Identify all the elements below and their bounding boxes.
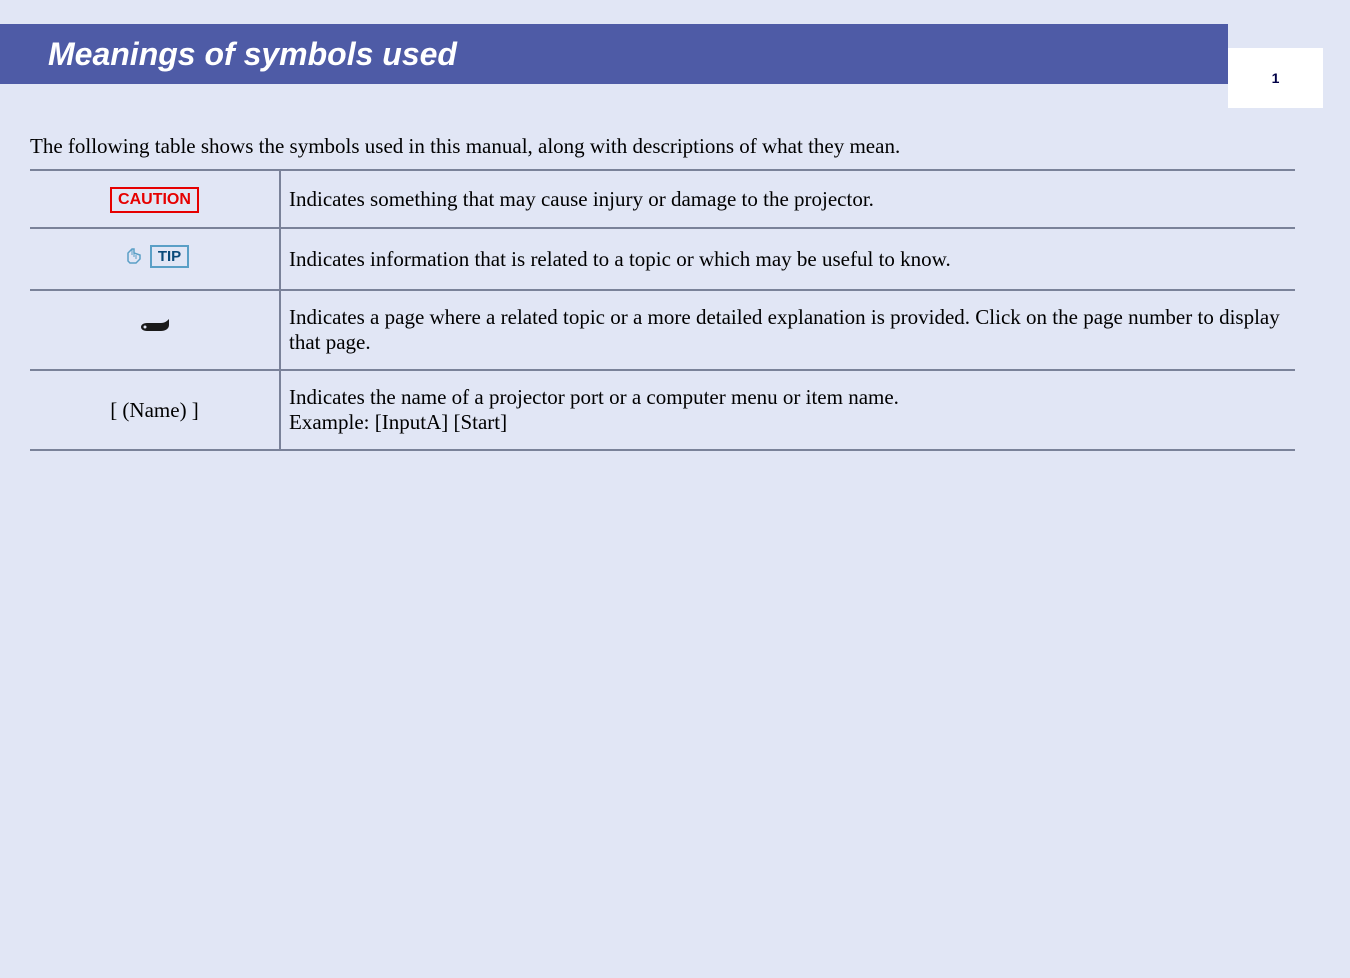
page-number: 1 xyxy=(1272,70,1280,86)
pointer-hand-icon xyxy=(137,315,173,339)
name-bracket-label: [ (Name) ] xyxy=(110,398,199,422)
table-row: CAUTION Indicates something that may cau… xyxy=(30,170,1295,228)
table-row: [ (Name) ] Indicates the name of a proje… xyxy=(30,370,1295,450)
intro-paragraph: The following table shows the symbols us… xyxy=(30,134,1320,159)
symbol-cell-name: [ (Name) ] xyxy=(30,370,280,450)
pointing-hand-icon xyxy=(120,243,146,269)
symbol-cell-tip: TIP xyxy=(30,228,280,290)
description-cell: Indicates information that is related to… xyxy=(280,228,1295,290)
symbol-cell-pointer xyxy=(30,290,280,370)
description-cell: Indicates the name of a projector port o… xyxy=(280,370,1295,450)
description-cell: Indicates a page where a related topic o… xyxy=(280,290,1295,370)
description-cell: Indicates something that may cause injur… xyxy=(280,170,1295,228)
page-number-box: 1 xyxy=(1228,48,1323,108)
table-row: Indicates a page where a related topic o… xyxy=(30,290,1295,370)
symbol-cell-caution: CAUTION xyxy=(30,170,280,228)
page-title: Meanings of symbols used xyxy=(48,36,457,73)
tip-label: TIP xyxy=(150,245,189,268)
table-row: TIP Indicates information that is relate… xyxy=(30,228,1295,290)
tip-symbol-wrapper: TIP xyxy=(120,243,189,269)
caution-icon: CAUTION xyxy=(110,187,199,213)
header-bar: Meanings of symbols used xyxy=(0,24,1228,84)
symbols-table: CAUTION Indicates something that may cau… xyxy=(30,169,1295,451)
